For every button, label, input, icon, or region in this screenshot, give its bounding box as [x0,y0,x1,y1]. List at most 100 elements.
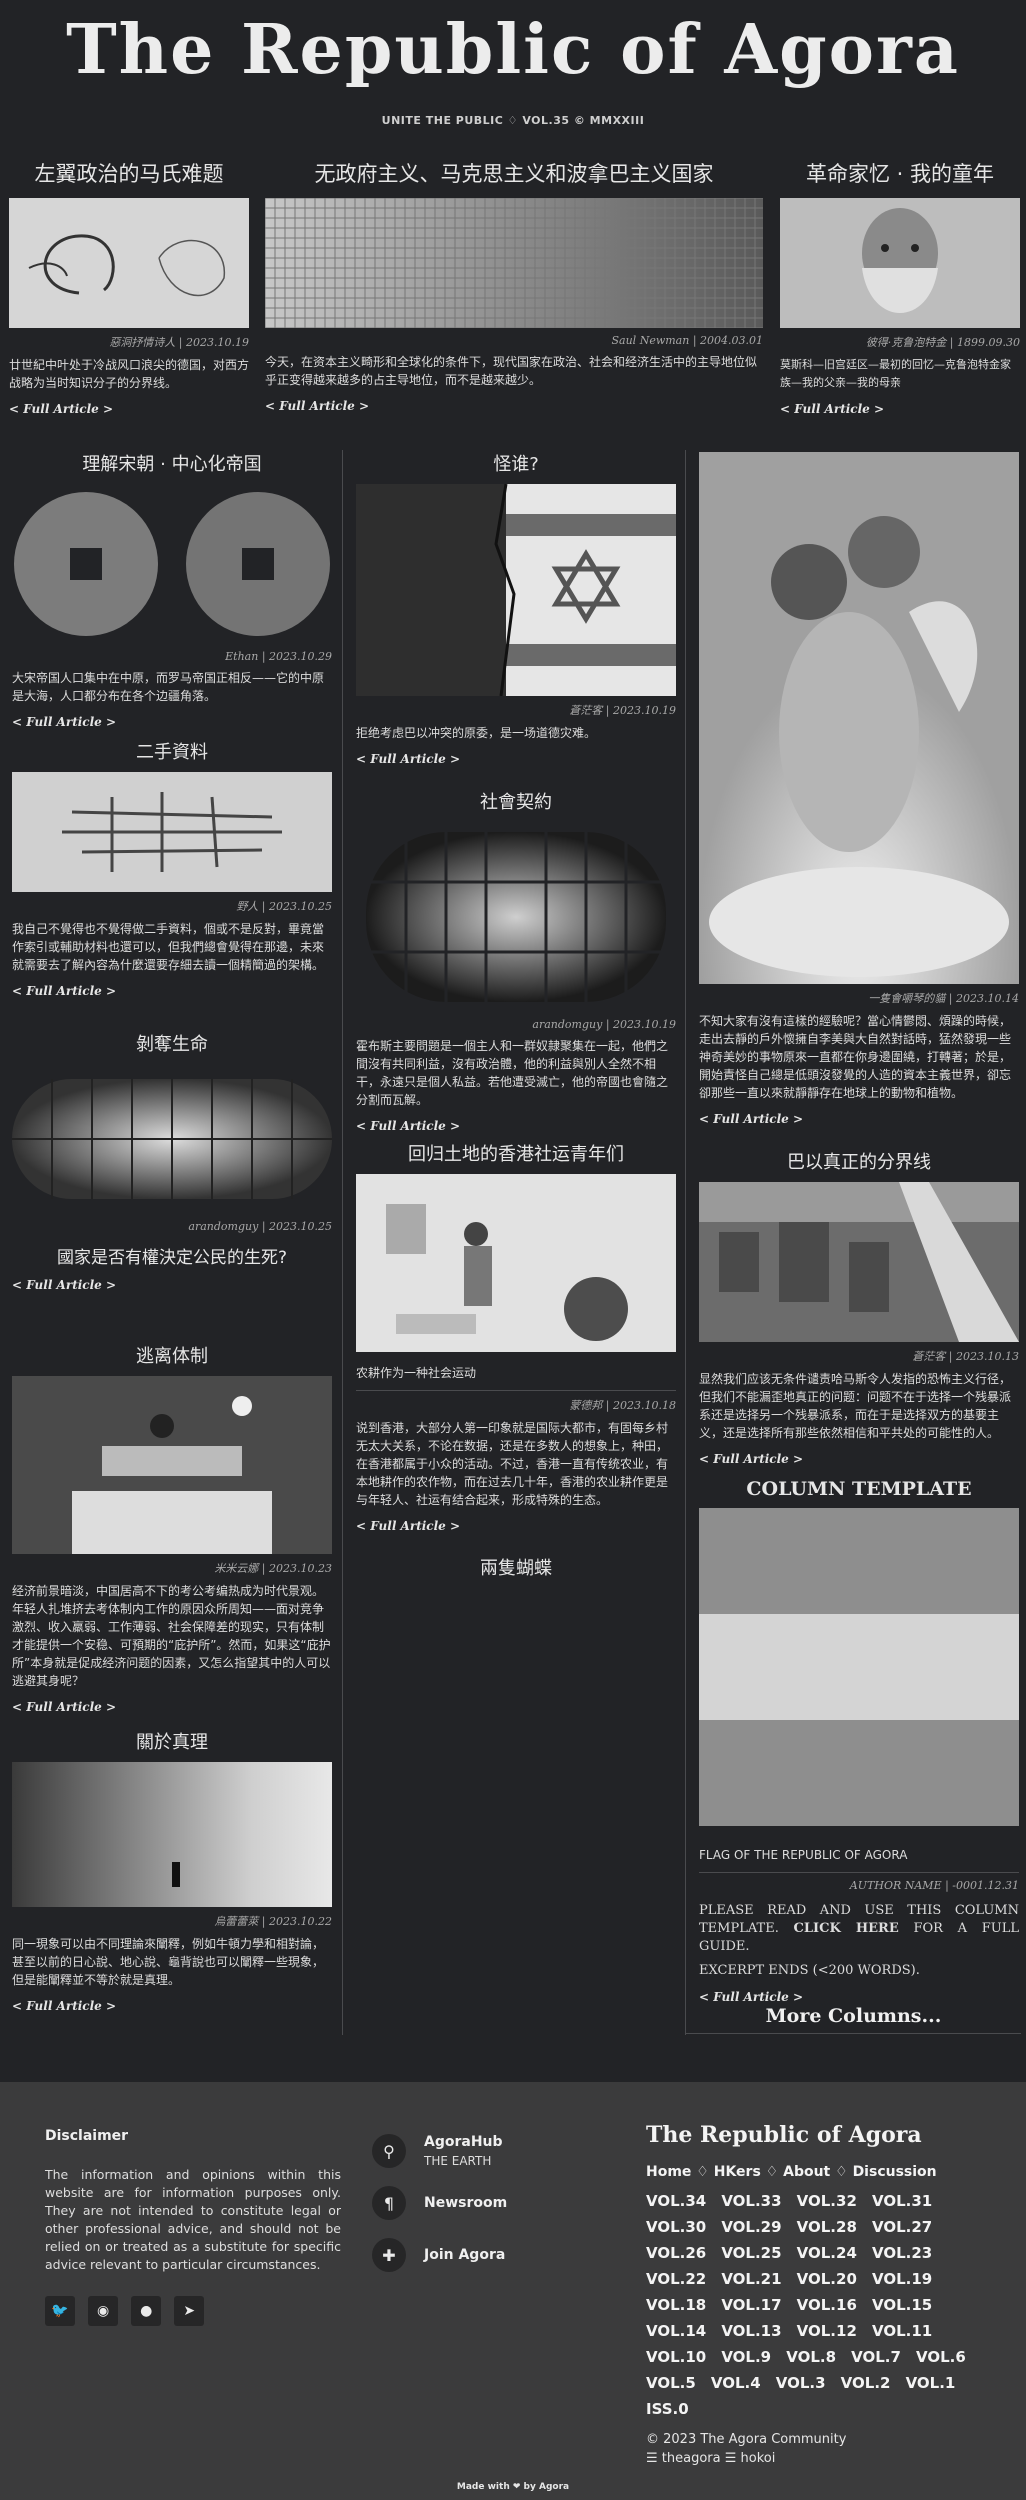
volume-link[interactable]: VOL.19 [872,2270,932,2288]
article-image[interactable] [12,1762,332,1907]
volume-link[interactable]: VOL.12 [797,2322,857,2340]
volume-link[interactable]: VOL.6 [916,2348,966,2366]
volume-link[interactable]: VOL.33 [721,2192,781,2210]
full-article-link[interactable]: < Full Article > [699,1452,1019,1466]
telegram-icon[interactable]: ➤ [174,2296,205,2326]
nav-discussion[interactable]: Discussion [853,2164,937,2180]
article-image[interactable] [12,1064,332,1214]
volume-link[interactable]: VOL.23 [872,2244,932,2262]
volume-link[interactable]: VOL.15 [872,2296,932,2314]
volume-link[interactable]: VOL.24 [797,2244,857,2262]
article-image[interactable] [699,452,1019,984]
article-title[interactable]: 兩隻蝴蝶 [356,1554,676,1580]
full-article-link[interactable]: < Full Article > [356,1519,676,1533]
full-article-link[interactable]: < Full Article > [12,1999,332,2013]
reddit-icon[interactable]: ● [131,2296,162,2326]
footer-brand[interactable]: The Republic of Agora [646,2122,986,2148]
volume-link[interactable]: VOL.26 [646,2244,706,2262]
volume-link[interactable]: VOL.4 [711,2374,761,2392]
site-title[interactable]: The Republic of Agora [0,10,1026,90]
full-article-link[interactable]: < Full Article > [12,715,332,729]
article-title[interactable]: 關於真理 [12,1728,332,1754]
article-title[interactable]: 左翼政治的马氏难题 [9,158,249,188]
full-article-link[interactable]: < Full Article > [780,402,1020,416]
article-image[interactable] [12,484,332,644]
full-article-link[interactable]: < Full Article > [9,402,249,416]
full-article-link[interactable]: < Full Article > [265,399,763,413]
volume-link[interactable]: VOL.21 [721,2270,781,2288]
article-title[interactable]: 无政府主义、马克思主义和波拿巴主义国家 [265,158,763,188]
footer-link-newsroom[interactable]: ¶ Newsroom [372,2186,612,2220]
volume-link[interactable]: VOL.29 [721,2218,781,2236]
volume-link[interactable]: VOL.1 [906,2374,956,2392]
github-icon[interactable]: ◉ [88,2296,119,2326]
article-image[interactable] [356,484,676,696]
volume-link[interactable]: VOL.3 [776,2374,826,2392]
click-here-link[interactable]: CLICK HERE [794,1921,899,1936]
volume-link[interactable]: VOL.34 [646,2192,706,2210]
volume-link[interactable]: VOL.27 [872,2218,932,2236]
footer-link-agorahub[interactable]: ⚲ AgoraHub THE EARTH [372,2134,612,2168]
volume-link[interactable]: VOL.13 [721,2322,781,2340]
volume-link[interactable]: VOL.7 [851,2348,901,2366]
full-article-link[interactable]: < Full Article > [12,1700,332,1714]
volume-link[interactable]: VOL.10 [646,2348,706,2366]
volume-link[interactable]: VOL.17 [721,2296,781,2314]
volume-link[interactable]: VOL.22 [646,2270,706,2288]
article-image[interactable] [356,1174,676,1352]
article-col2-3: 回归土地的香港社运青年们 农耕作为一种社会运动 蒙德邦 | 2023.10.18… [356,1140,676,1533]
article-title[interactable]: 理解宋朝 · 中心化帝国 [12,450,332,476]
twitter-icon[interactable]: 🐦 [45,2296,75,2326]
article-title[interactable]: 怪谁? [356,450,676,476]
full-article-link[interactable]: < Full Article > [356,752,676,766]
nav-hkers[interactable]: HKers [714,2164,761,2180]
article-image[interactable] [699,1182,1019,1342]
article-image[interactable] [12,1376,332,1554]
volume-link[interactable]: VOL.31 [872,2192,932,2210]
volume-link[interactable]: VOL.25 [721,2244,781,2262]
volume-link[interactable]: VOL.30 [646,2218,706,2236]
full-article-link[interactable]: < Full Article > [699,1112,1019,1126]
volume-link[interactable]: VOL.16 [797,2296,857,2314]
footer-link-join[interactable]: ✚ Join Agora [372,2238,612,2272]
volume-link[interactable]: VOL.32 [797,2192,857,2210]
volume-link[interactable]: VOL.9 [721,2348,771,2366]
more-columns-link[interactable]: More Columns... [686,2005,1021,2027]
full-article-link[interactable]: < Full Article > [699,1990,1019,2004]
volume-link[interactable]: VOL.2 [841,2374,891,2392]
article-title[interactable]: 二手資料 [12,738,332,764]
handles[interactable]: ☰ theagora ☰ hokoi [646,2451,986,2466]
nav-about[interactable]: About [783,2164,830,2180]
article-byline: AUTHOR NAME | -0001.12.31 [849,1879,1019,1892]
volume-link[interactable]: VOL.28 [797,2218,857,2236]
article-subtitle[interactable]: 國家是否有權決定公民的生死? [12,1243,332,1268]
volume-link[interactable]: VOL.14 [646,2322,706,2340]
article-excerpt: 显然我们应该无条件谴责哈马斯令人发指的恐怖主义行径，但我们不能漏歪地真正的问题：… [699,1372,1012,1440]
made-with[interactable]: Made with ❤ by Agora [0,2482,1026,2492]
article-col1-2: 二手資料 野人 | 2023.10.25 我自己不覺得也不覺得做二手資料，個或不… [12,738,332,998]
full-article-link[interactable]: < Full Article > [12,984,332,998]
article-title[interactable]: 革命家忆 · 我的童年 [780,158,1020,188]
volume-link[interactable]: VOL.20 [797,2270,857,2288]
article-title[interactable]: 剝奪生命 [12,1030,332,1056]
article-image[interactable] [780,198,1020,328]
full-article-link[interactable]: < Full Article > [356,1119,676,1133]
article-image[interactable] [356,822,676,1012]
article-title[interactable]: 巴以真正的分界线 [699,1148,1019,1174]
nav-home[interactable]: Home [646,2164,691,2180]
article-image[interactable] [265,198,763,328]
article-title[interactable]: 社會契約 [356,788,676,814]
full-article-link[interactable]: < Full Article > [12,1278,332,1292]
article-image[interactable] [12,772,332,892]
article-title[interactable]: 回归土地的香港社运青年们 [356,1140,676,1166]
volume-link[interactable]: VOL.5 [646,2374,696,2392]
article-image[interactable] [9,198,249,328]
volume-link[interactable]: VOL.8 [786,2348,836,2366]
article-excerpt: 同一現象可以由不同理論來闡釋，例如牛頓力學和相對論，甚至以前的日心說、地心說、龜… [12,1937,325,1987]
article-title[interactable]: 逃离体制 [12,1342,332,1368]
volume-link[interactable]: VOL.11 [872,2322,932,2340]
flag-image[interactable] [699,1508,1019,1826]
volume-link[interactable]: VOL.18 [646,2296,706,2314]
template-title[interactable]: COLUMN TEMPLATE [699,1478,1019,1500]
volume-link[interactable]: ISS.0 [646,2400,689,2418]
